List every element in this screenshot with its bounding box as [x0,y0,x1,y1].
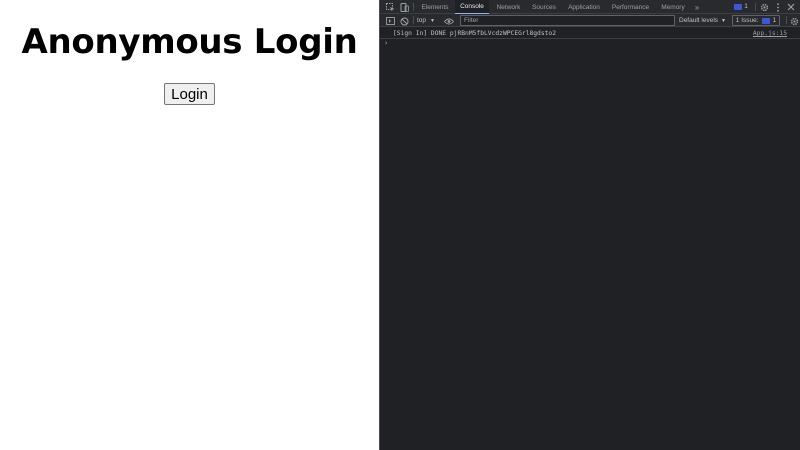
kebab-menu-icon[interactable] [772,1,784,13]
log-source-link[interactable]: App.js:15 [753,30,787,37]
console-prompt[interactable]: › [384,39,388,47]
console-log-row: [Sign In] DONE pjRBnM5fbLVcdzWPCEGrl8gds… [380,28,800,39]
tab-performance[interactable]: Performance [608,0,653,14]
tab-elements[interactable]: Elements [417,0,453,14]
issues-count: 1 [773,17,777,24]
tab-network[interactable]: Network [491,0,526,14]
context-select[interactable]: top ▼ [417,15,435,26]
inspect-element-icon[interactable] [384,1,396,13]
issue-badge-icon [762,18,770,24]
device-toolbar-icon[interactable] [398,1,410,13]
close-icon[interactable] [785,1,797,13]
live-expression-icon[interactable] [443,15,455,27]
devtools-tab-bar: Elements Console Network Sources Applica… [380,0,800,14]
toolbar-divider [755,3,756,11]
clear-console-icon[interactable] [398,15,410,27]
context-value: top [417,17,426,24]
console-output: [Sign In] DONE pjRBnM5fbLVcdzWPCEGrl8gds… [380,28,800,450]
tab-memory[interactable]: Memory [656,0,690,14]
more-tabs-icon[interactable]: » [692,0,702,14]
chevron-down-icon: ▼ [430,18,435,24]
message-badge-icon [734,4,742,10]
page-title: Anonymous Login [0,22,379,62]
chevron-down-icon: ▼ [721,18,726,24]
filter-input[interactable]: Filter [460,15,675,26]
tab-console[interactable]: Console [455,0,489,14]
log-message: [Sign In] DONE pjRBnM5fbLVcdzWPCEGrl8gds… [393,30,556,37]
console-settings-gear-icon[interactable] [788,15,800,27]
toolbar-divider [413,16,414,24]
console-toolbar: top ▼ Filter Default levels ▼ 1 Issue: 1 [380,14,800,27]
toolbar-divider [413,3,414,11]
tab-sources[interactable]: Sources [528,0,560,14]
issues-button[interactable]: 1 Issue: 1 [732,15,780,26]
gear-icon[interactable] [758,1,770,13]
login-button[interactable]: Login [164,83,215,105]
issues-label: 1 Issue: [736,17,759,24]
log-levels-select[interactable]: Default levels ▼ [679,15,726,26]
messages-count-button[interactable]: 1 [732,1,750,13]
web-page: Anonymous Login Login [0,0,379,450]
tab-application[interactable]: Application [563,0,605,14]
levels-value: Default levels [679,17,718,24]
messages-count: 1 [744,4,748,11]
console-sidebar-icon[interactable] [384,15,396,27]
devtools-panel: Elements Console Network Sources Applica… [379,0,800,450]
toolbar-divider [786,16,787,24]
